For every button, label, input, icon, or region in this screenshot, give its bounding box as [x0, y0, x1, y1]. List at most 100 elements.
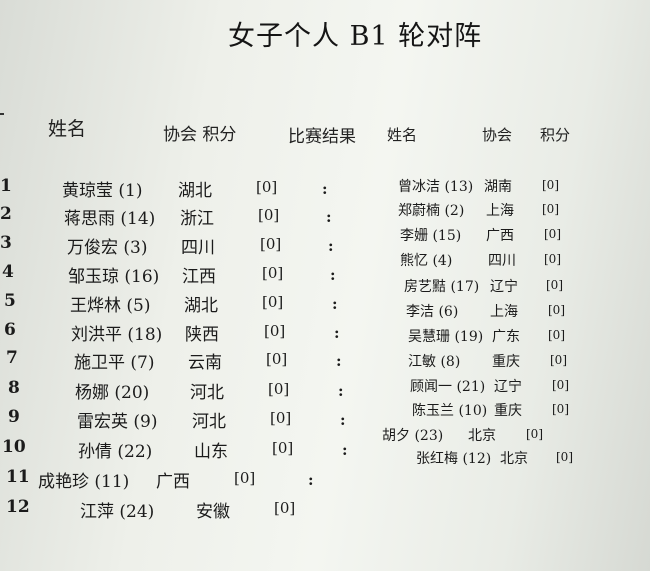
table-number: 7 — [6, 348, 18, 368]
right-player-score: [0] — [552, 378, 569, 392]
left-player-name: 蒋思雨 (14) — [64, 209, 156, 229]
result-separator: : — [332, 295, 338, 313]
left-player-assoc: 湖北 — [184, 296, 218, 316]
left-player-score: [0] — [262, 293, 284, 311]
table-number: 3 — [0, 233, 12, 253]
right-player-assoc: 北京 — [468, 428, 496, 444]
right-player-score: [0] — [526, 427, 543, 441]
right-player-score: [0] — [548, 303, 565, 317]
result-separator: : — [336, 352, 342, 370]
left-player-name: 成艳珍 (11) — [38, 472, 130, 492]
left-player-score: [0] — [234, 469, 256, 487]
left-player-score: [0] — [264, 322, 286, 340]
table-number: 1 — [0, 176, 12, 196]
right-player-score: [0] — [546, 278, 563, 292]
right-player-assoc: 上海 — [486, 203, 514, 219]
table-number: 11 — [6, 467, 30, 487]
right-player-score: [0] — [542, 178, 559, 192]
header-right-assoc: 协会 — [482, 126, 513, 144]
left-player-score: [0] — [266, 350, 288, 368]
right-player-assoc: 湖南 — [484, 179, 512, 195]
right-player-score: [0] — [544, 252, 561, 266]
left-player-score: [0] — [258, 206, 280, 224]
left-player-score: [0] — [274, 499, 296, 517]
table-number: 10 — [2, 437, 26, 457]
left-player-assoc: 河北 — [190, 383, 224, 403]
left-player-name: 万俊宏 (3) — [67, 238, 148, 258]
right-player-score: [0] — [544, 227, 561, 241]
header-right-name: 姓名 — [387, 126, 418, 144]
left-player-name: 孙倩 (22) — [78, 442, 153, 462]
header-result: 比赛结果 — [288, 127, 356, 147]
right-player-name: 李洁 (6) — [406, 304, 459, 320]
left-player-assoc: 安徽 — [196, 502, 230, 522]
right-player-score: [0] — [542, 202, 559, 216]
right-player-name: 胡夕 (23) — [382, 428, 444, 444]
right-player-name: 张红梅 (12) — [416, 451, 492, 467]
left-player-name: 刘洪平 (18) — [71, 325, 163, 345]
right-player-assoc: 广西 — [486, 228, 514, 244]
left-player-name: 雷宏英 (9) — [77, 412, 158, 432]
result-separator: : — [338, 382, 344, 400]
right-player-score: [0] — [552, 402, 569, 416]
left-player-name: 黄琼莹 (1) — [62, 181, 143, 201]
result-separator: : — [340, 411, 346, 429]
right-player-assoc: 上海 — [490, 304, 518, 320]
left-player-name: 江萍 (24) — [80, 502, 155, 522]
result-separator: : — [308, 471, 314, 489]
result-separator: : — [330, 266, 336, 284]
result-separator: : — [322, 180, 328, 198]
left-player-score: [0] — [270, 409, 292, 427]
right-player-assoc: 广东 — [492, 329, 520, 345]
right-player-name: 陈玉兰 (10) — [412, 403, 488, 419]
left-player-assoc: 浙江 — [180, 209, 214, 229]
left-player-score: [0] — [272, 439, 294, 457]
left-player-assoc: 陕西 — [185, 325, 219, 345]
right-player-score: [0] — [556, 450, 573, 464]
right-player-name: 顾闻一 (21) — [410, 379, 486, 395]
left-player-assoc: 广西 — [156, 472, 190, 492]
left-player-name: 施卫平 (7) — [74, 353, 155, 373]
left-player-assoc: 云南 — [188, 353, 222, 373]
table-number: 5 — [4, 291, 16, 311]
right-player-name: 熊忆 (4) — [400, 253, 453, 269]
left-player-assoc: 四川 — [181, 238, 215, 258]
result-separator: : — [334, 324, 340, 342]
right-player-name: 李姗 (15) — [400, 228, 462, 244]
right-player-score: [0] — [548, 328, 565, 342]
left-player-score: [0] — [260, 235, 282, 253]
left-player-name: 王烨林 (5) — [70, 296, 151, 316]
result-separator: : — [328, 237, 334, 255]
right-player-assoc: 北京 — [500, 451, 528, 467]
left-player-score: [0] — [256, 178, 278, 196]
page-title: 女子个人 B1 轮对阵 — [228, 21, 483, 52]
table-number: 8 — [8, 378, 20, 398]
right-player-name: 房艺黠 (17) — [404, 279, 480, 295]
left-player-assoc: 江西 — [182, 267, 216, 287]
result-separator: : — [342, 441, 348, 459]
table-number: 9 — [8, 407, 20, 427]
right-player-score: [0] — [550, 353, 567, 367]
table-number: 2 — [0, 204, 12, 224]
left-player-score: [0] — [262, 264, 284, 282]
right-player-name: 郑蔚楠 (2) — [398, 203, 465, 219]
right-player-assoc: 重庆 — [494, 403, 522, 419]
right-player-assoc: 辽宁 — [494, 379, 522, 395]
header-left-assoc-points: 协会 积分 — [163, 125, 237, 145]
right-player-assoc: 重庆 — [492, 354, 520, 370]
right-player-name: 吴慧珊 (19) — [408, 329, 484, 345]
table-number: 12 — [6, 497, 30, 517]
left-player-name: 邹玉琼 (16) — [68, 267, 160, 287]
left-player-assoc: 湖北 — [178, 181, 212, 201]
right-player-name: 江敏 (8) — [408, 354, 461, 370]
left-player-name: 杨娜 (20) — [75, 383, 150, 403]
result-separator: : — [326, 208, 332, 226]
header-right-points: 积分 — [540, 126, 571, 144]
right-player-name: 曾冰洁 (13) — [398, 179, 474, 195]
right-player-assoc: 四川 — [488, 253, 516, 269]
right-player-assoc: 辽宁 — [490, 279, 518, 295]
table-number: 4 — [2, 262, 14, 282]
table-number: 6 — [4, 320, 16, 340]
left-player-assoc: 河北 — [192, 412, 226, 432]
left-player-score: [0] — [268, 380, 290, 398]
